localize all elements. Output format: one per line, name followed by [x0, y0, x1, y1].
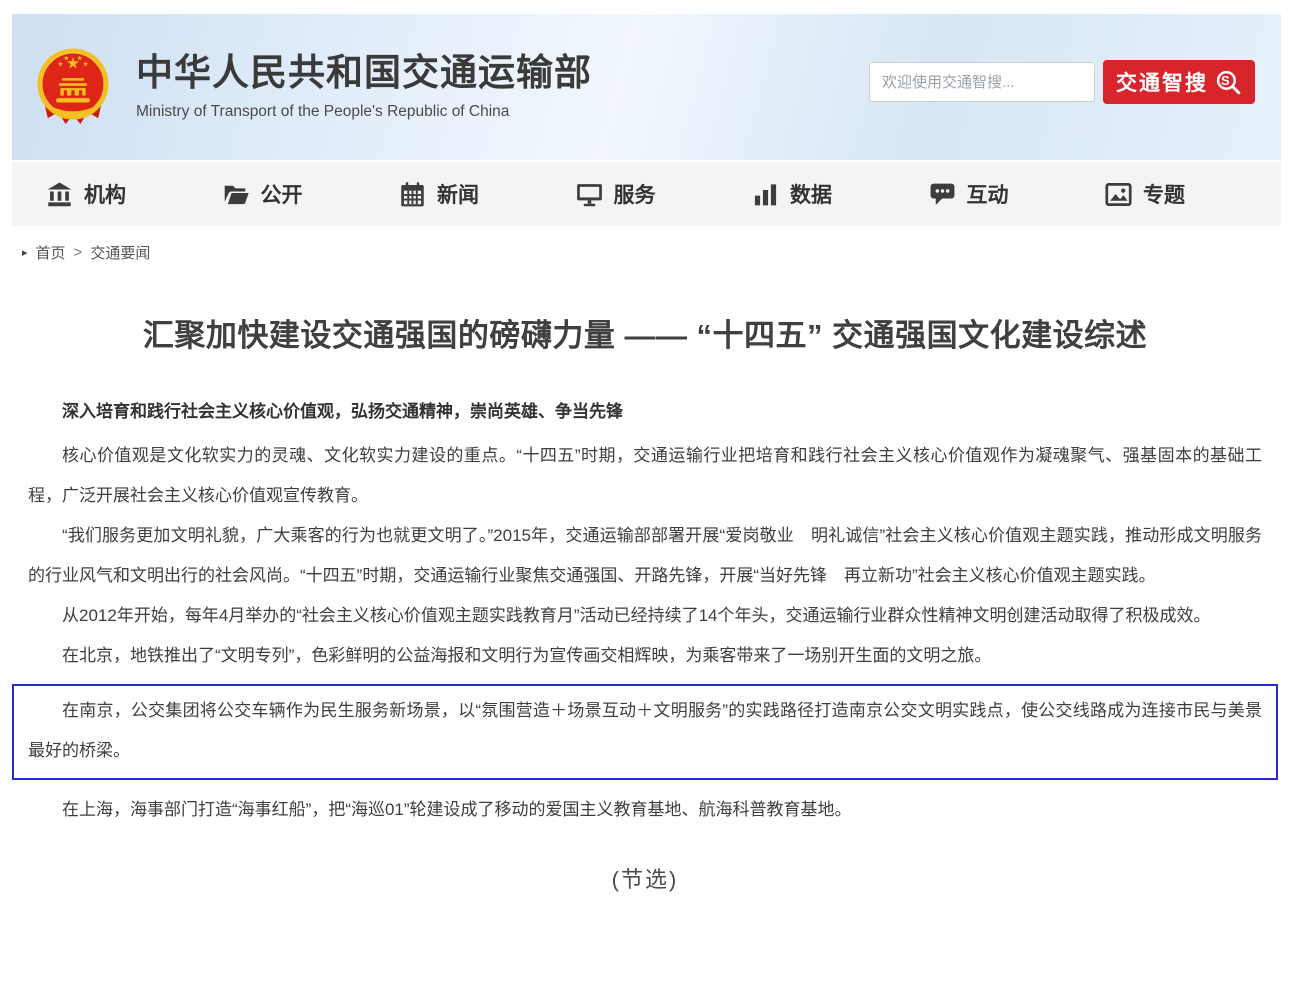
svg-text:S: S — [1221, 72, 1232, 87]
monitor-icon — [576, 181, 603, 208]
article-paragraph: 在北京，地铁推出了“文明专列”，色彩鲜明的公益海报和文明行为宣传画交相辉映，为乘… — [28, 636, 1262, 676]
highlighted-paragraph-box: 在南京，公交集团将公交车辆作为民生服务新场景，以“氛围营造＋场景互动＋文明服务”… — [12, 684, 1278, 780]
s-magnifier-icon: S — [1215, 69, 1242, 96]
nav-label: 服务 — [614, 179, 656, 209]
bar-chart-icon — [752, 181, 779, 208]
nav-item-data[interactable]: 数据 — [752, 179, 832, 209]
search-input[interactable] — [869, 62, 1095, 102]
smart-search-button-label: 交通智搜 — [1116, 67, 1208, 97]
main-nav: 机构 公开 新闻 服务 — [12, 162, 1281, 226]
nav-item-interaction[interactable]: 互动 — [929, 179, 1009, 209]
article-paragraph: 核心价值观是文化软实力的灵魂、文化软实力建设的重点。“十四五”时期，交通运输行业… — [28, 436, 1262, 516]
smart-search-button[interactable]: 交通智搜 S — [1103, 60, 1255, 104]
site-subtitle: Ministry of Transport of the People's Re… — [136, 103, 592, 121]
site-brand[interactable]: 中华人民共和国交通运输部 Ministry of Transport of th… — [12, 47, 592, 127]
breadcrumb-home[interactable]: 首页 — [36, 242, 66, 263]
excerpt-note: (节选) — [28, 862, 1262, 894]
nav-label: 专题 — [1143, 179, 1185, 209]
article-body: 汇聚加快建设交通强国的磅礴力量 —— “十四五” 交通强国文化建设综述 深入培育… — [0, 314, 1290, 894]
nav-label: 公开 — [261, 179, 303, 209]
breadcrumb-arrow-icon: ▸ — [22, 246, 28, 259]
nav-label: 机构 — [84, 179, 126, 209]
search-area: 交通智搜 S — [869, 60, 1255, 104]
nav-label: 数据 — [790, 179, 832, 209]
nav-item-news[interactable]: 新闻 — [399, 179, 479, 209]
article-lead: 深入培育和践行社会主义核心价值观，弘扬交通精神，崇尚英雄、争当先锋 — [28, 400, 1262, 424]
folder-icon — [223, 181, 250, 208]
nav-label: 互动 — [967, 179, 1009, 209]
picture-icon — [1105, 181, 1132, 208]
nav-label: 新闻 — [437, 179, 479, 209]
nav-item-disclosure[interactable]: 公开 — [223, 179, 303, 209]
nav-item-orgs[interactable]: 机构 — [46, 179, 126, 209]
article-paragraph: “我们服务更加文明礼貌，广大乘客的行为也就更文明了。”2015年，交通运输部部署… — [28, 516, 1262, 596]
site-title: 中华人民共和国交通运输部 — [136, 53, 592, 94]
breadcrumb: ▸ 首页 > 交通要闻 — [22, 242, 1278, 262]
highlighted-paragraph: 在南京，公交集团将公交车辆作为民生服务新场景，以“氛围营造＋场景互动＋文明服务”… — [28, 691, 1262, 771]
nav-item-services[interactable]: 服务 — [576, 179, 656, 209]
breadcrumb-separator: > — [74, 244, 83, 261]
calendar-icon — [399, 181, 426, 208]
national-emblem-icon — [36, 47, 110, 127]
article-title: 汇聚加快建设交通强国的磅礴力量 —— “十四五” 交通强国文化建设综述 — [28, 314, 1262, 358]
brand-text: 中华人民共和国交通运输部 Ministry of Transport of th… — [136, 53, 592, 121]
nav-item-topics[interactable]: 专题 — [1105, 179, 1185, 209]
bank-icon — [46, 181, 73, 208]
article-paragraph: 在上海，海事部门打造“海事红船”，把“海巡01”轮建设成了移动的爱国主义教育基地… — [28, 790, 1262, 830]
speech-bubble-icon — [929, 181, 956, 208]
site-header: 中华人民共和国交通运输部 Ministry of Transport of th… — [12, 14, 1281, 160]
article-paragraph: 从2012年开始，每年4月举办的“社会主义核心价值观主题实践教育月”活动已经持续… — [28, 596, 1262, 636]
breadcrumb-section[interactable]: 交通要闻 — [90, 242, 150, 263]
